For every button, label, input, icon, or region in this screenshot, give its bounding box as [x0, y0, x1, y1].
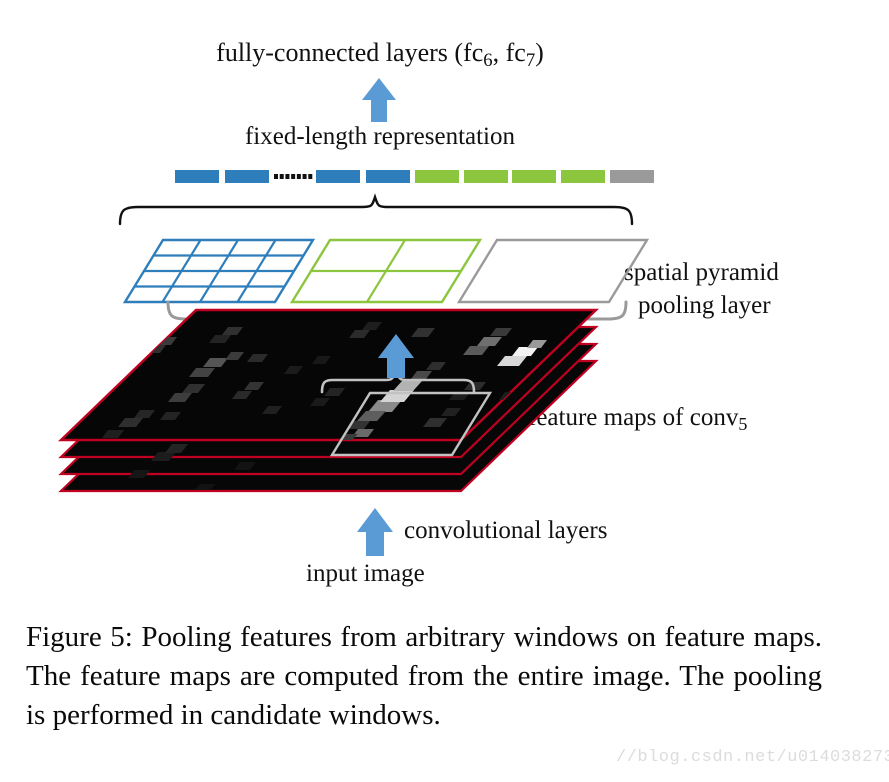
- candidate-window-box: [329, 391, 493, 457]
- feature-vector-ellipsis-dot: [274, 174, 278, 179]
- feature-vector-segment: [610, 170, 654, 183]
- label-feature-maps-of-conv5: feature maps of conv5: [528, 404, 747, 435]
- pyramid-grid-line: [236, 239, 277, 303]
- feature-map-stack: [58, 308, 599, 493]
- brace-pyramid-bottom-icon: [166, 300, 628, 333]
- spp-line-2: pooling layer: [638, 292, 771, 319]
- level-1x1-gray: [456, 238, 650, 304]
- fc-text-a: fully-connected layers (fc: [216, 38, 484, 67]
- fc-text-b: , fc: [492, 38, 526, 67]
- pyramid-grid-line: [199, 239, 239, 303]
- label-spatial-pyramid-pooling-layer: spatial pyramid pooling layer: [624, 256, 779, 322]
- label-window: window: [184, 421, 258, 446]
- feature-vector-ellipsis-dot: [279, 174, 284, 179]
- featmaps-sub-5: 5: [738, 414, 748, 435]
- feature-vector-ellipsis-dot: [291, 174, 296, 179]
- feature-vector-ellipsis-dot: [302, 174, 307, 179]
- figure-5-spp-diagram: fully-connected layers (fc6, fc7) fixed-…: [0, 0, 889, 782]
- feature-map-front-sheet: [58, 308, 599, 442]
- fc-sub-6: 6: [483, 50, 493, 72]
- pyramid-grid-line: [161, 239, 202, 303]
- featmaps-text: feature maps of conv: [528, 404, 739, 431]
- fc-sub-7: 7: [525, 50, 536, 72]
- feature-vector-segment: [175, 170, 219, 183]
- label-fixed-length-representation: fixed-length representation: [244, 123, 516, 150]
- feature-vector-ellipsis-dot: [296, 174, 301, 179]
- level-4x4-blue: [122, 238, 316, 304]
- feature-vector-segment: [415, 170, 459, 183]
- pyramid-level-outline: [456, 238, 650, 304]
- feature-vector-segment: [316, 170, 360, 183]
- feature-vector-segment: [366, 170, 410, 183]
- feature-vector-segment: [464, 170, 508, 183]
- level-2x2-green: [289, 238, 483, 304]
- figure-caption: Figure 5: Pooling features from arbitrar…: [26, 621, 822, 731]
- spatial-pyramid-grids: [122, 238, 650, 304]
- arrow-to-fc-icon: [362, 78, 396, 122]
- label-input-image: input image: [306, 560, 425, 587]
- pyramid-grid-line: [366, 239, 406, 303]
- feature-vector-segment: [561, 170, 605, 183]
- brace-pyramid-top-icon: [118, 193, 634, 226]
- feature-vector-ellipsis-dot: [285, 174, 290, 179]
- brace-window-icon: [320, 369, 476, 394]
- arrow-input-to-conv-icon: [357, 508, 393, 556]
- spp-line-1: spatial pyramid: [624, 259, 779, 286]
- feature-vector-segment: [512, 170, 556, 183]
- arrow-window-to-pyramid-icon: [378, 334, 414, 378]
- label-fully-connected-layers: fully-connected layers (fc6, fc7): [0, 38, 760, 72]
- feature-vector-segment: [225, 170, 269, 183]
- pyramid-level-outline: [289, 238, 483, 304]
- fc-text-c: ): [535, 38, 544, 67]
- feature-vector-ellipsis-dot: [308, 174, 313, 179]
- watermark-text: //blog.csdn.net/u014038273: [616, 748, 889, 767]
- label-convolutional-layers: convolutional layers: [404, 517, 608, 544]
- feature-vector-bar: [175, 170, 654, 183]
- pyramid-level-outline: [122, 238, 316, 304]
